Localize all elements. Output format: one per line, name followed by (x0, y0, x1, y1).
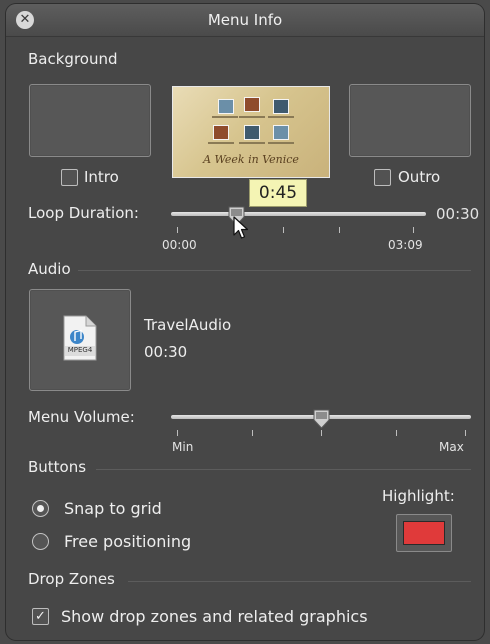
mouse-pointer-icon (233, 216, 249, 239)
outro-drop-well[interactable] (349, 84, 471, 157)
show-drop-zones-checkbox[interactable]: ✓ (32, 608, 49, 625)
audio-track-name: TravelAudio (144, 316, 232, 334)
outro-checkbox[interactable] (374, 169, 391, 186)
audio-section-label: Audio (28, 260, 71, 278)
snap-to-grid-label: Snap to grid (64, 499, 162, 518)
loop-duration-label: Loop Duration: (28, 204, 139, 222)
snap-to-grid-radio[interactable] (32, 500, 49, 517)
loop-duration-value: 00:30 (436, 205, 480, 223)
intro-checkbox[interactable] (61, 169, 78, 186)
outro-label: Outro (398, 168, 441, 186)
loop-duration-min-label: 00:00 (162, 238, 197, 252)
volume-min-label: Min (172, 440, 194, 454)
mpeg4-badge: MPEG4 (67, 346, 93, 354)
free-positioning-label: Free positioning (64, 532, 192, 551)
title-bar: ✕ Menu Info (6, 4, 484, 37)
drop-zones-section-label: Drop Zones (28, 570, 115, 588)
mpeg4-file-icon (63, 315, 97, 361)
menu-volume-slider-thumb[interactable] (313, 409, 330, 429)
menu-info-panel: ✕ Menu Info Background A Week in Venice … (6, 4, 484, 640)
audio-drop-well[interactable]: MPEG4 (29, 289, 131, 391)
free-positioning-radio[interactable] (32, 533, 49, 550)
theme-thumbnail-caption: A Week in Venice (203, 153, 299, 166)
audio-track-duration: 00:30 (144, 343, 188, 361)
highlight-color-well[interactable] (396, 514, 452, 552)
menu-volume-label: Menu Volume: (28, 408, 135, 426)
background-section-label: Background (28, 50, 118, 68)
buttons-section-label: Buttons (28, 458, 87, 476)
highlight-color-swatch (403, 521, 445, 545)
highlight-label: Highlight: (382, 487, 455, 505)
loop-duration-max-label: 03:09 (388, 238, 423, 252)
loop-duration-slider-track[interactable] (171, 212, 426, 216)
volume-max-label: Max (439, 440, 464, 454)
intro-drop-well[interactable] (29, 84, 151, 157)
theme-thumbnail[interactable]: A Week in Venice (172, 86, 330, 178)
loop-duration-tooltip: 0:45 (249, 179, 307, 207)
show-drop-zones-label: Show drop zones and related graphics (61, 607, 368, 626)
window-title: Menu Info (207, 11, 283, 29)
intro-label: Intro (84, 168, 119, 186)
